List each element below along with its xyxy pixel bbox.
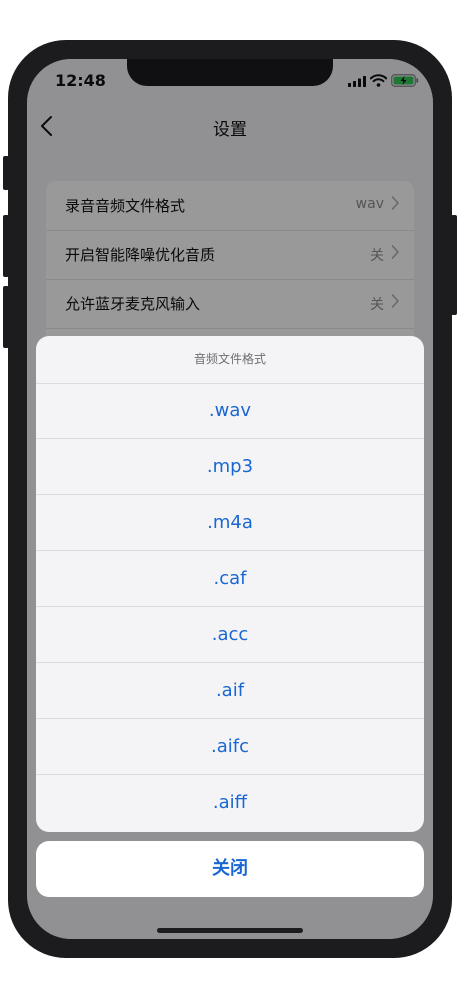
format-option-mp3[interactable]: .mp3	[36, 439, 424, 495]
device-volume-down-button	[3, 286, 9, 348]
screen: 12:48 设置 录音音频文件格式 wav 开启智能降噪优化音质 关 允许蓝牙麦…	[27, 59, 433, 939]
device-mute-switch	[3, 156, 9, 190]
format-option-aifc[interactable]: .aifc	[36, 719, 424, 775]
format-option-aif[interactable]: .aif	[36, 663, 424, 719]
format-option-wav[interactable]: .wav	[36, 383, 424, 439]
device-volume-up-button	[3, 215, 9, 277]
device-power-button	[451, 215, 457, 315]
format-option-aiff[interactable]: .aiff	[36, 775, 424, 830]
format-option-acc[interactable]: .acc	[36, 607, 424, 663]
format-option-m4a[interactable]: .m4a	[36, 495, 424, 551]
audio-format-action-sheet: 音频文件格式 .wav .mp3 .m4a .caf .acc .aif .ai…	[36, 336, 424, 832]
close-button[interactable]: 关闭	[36, 841, 424, 897]
action-sheet-title: 音频文件格式	[36, 336, 424, 384]
format-option-caf[interactable]: .caf	[36, 551, 424, 607]
home-indicator[interactable]	[157, 928, 303, 933]
